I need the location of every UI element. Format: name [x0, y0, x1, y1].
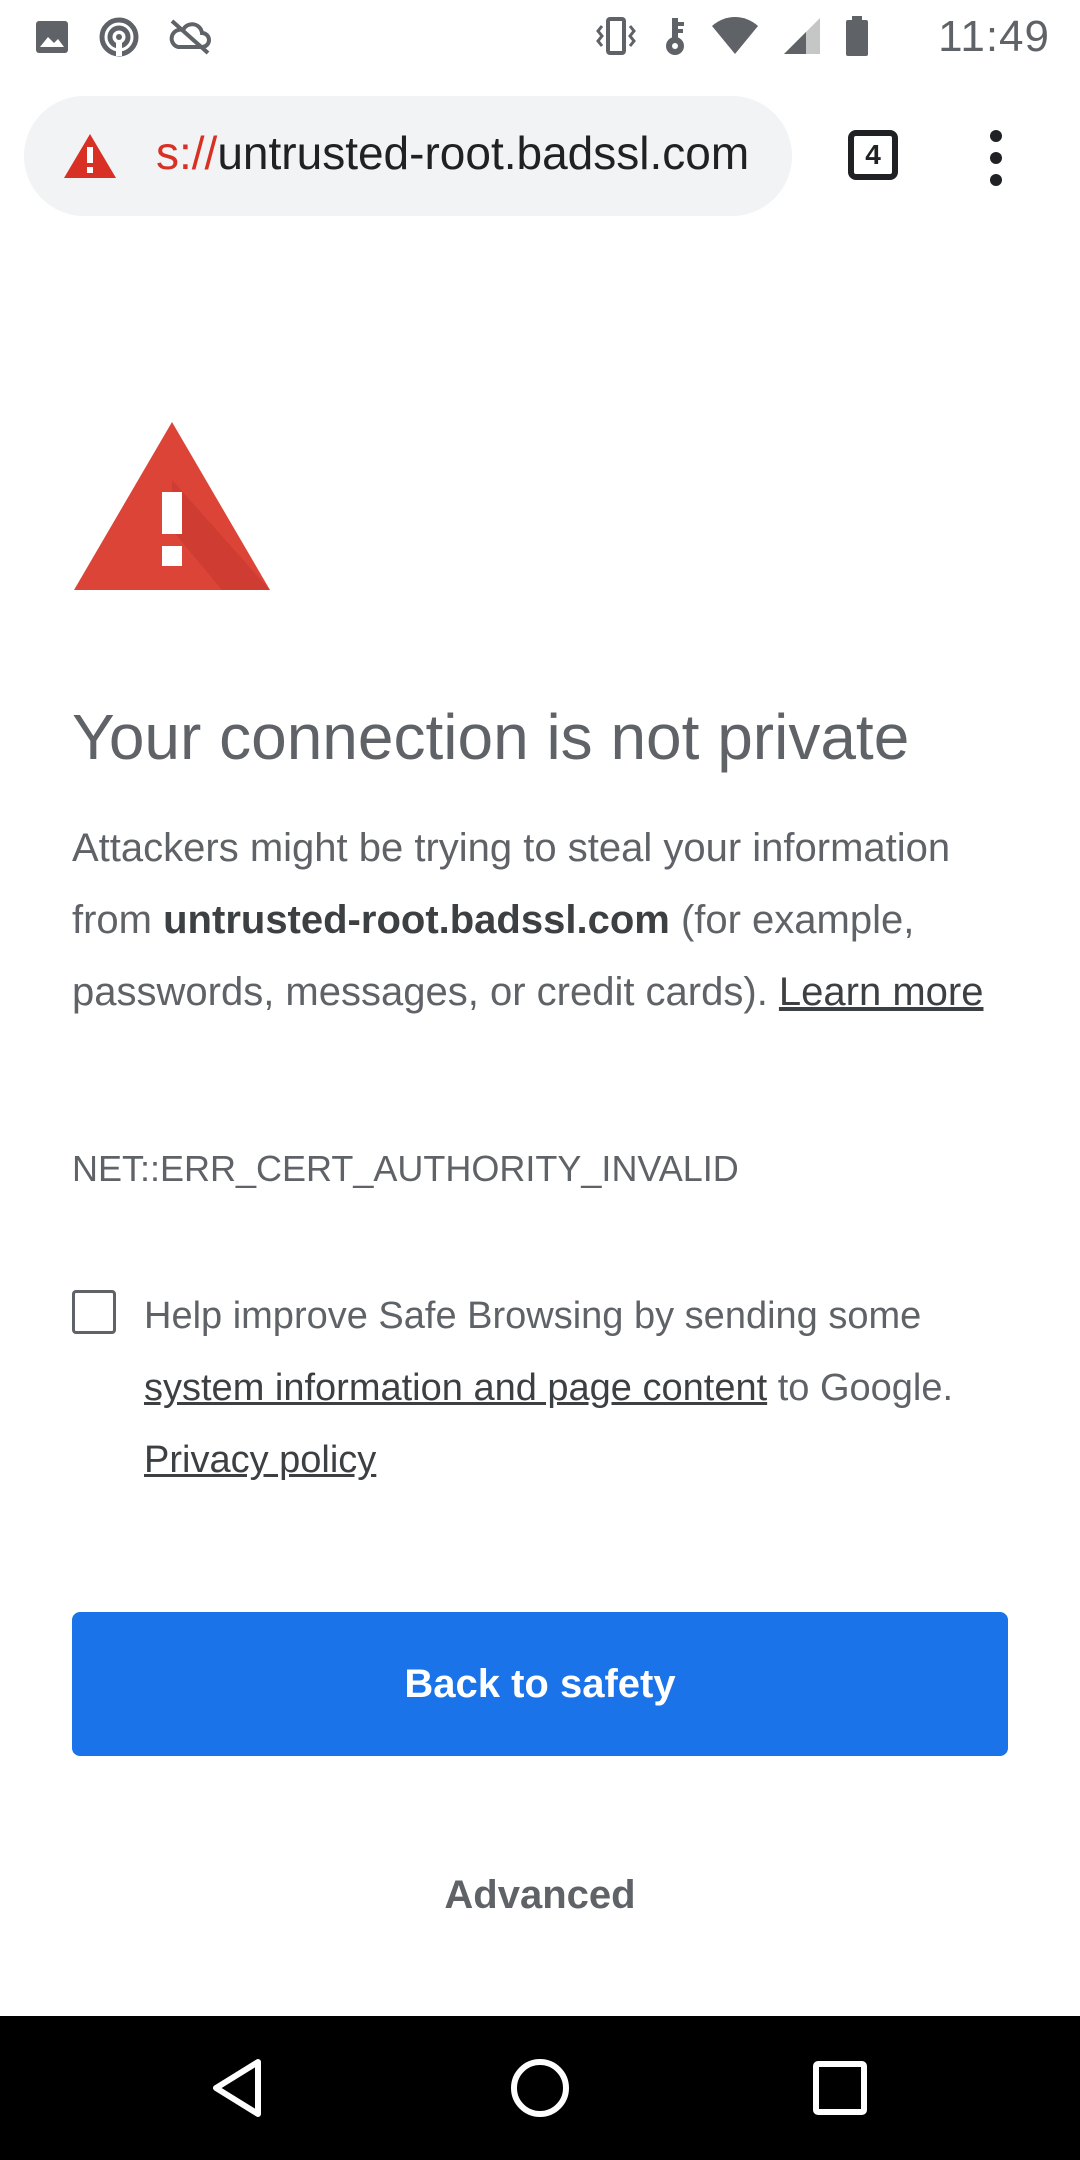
url-scheme: s://: [156, 127, 218, 179]
optin-text: Help improve Safe Browsing by sending so…: [144, 1280, 1012, 1496]
home-icon[interactable]: [508, 2056, 572, 2120]
error-code[interactable]: NET::ERR_CERT_AUTHORITY_INVALID: [72, 1148, 739, 1190]
optin-part1: Help improve Safe Browsing by sending so…: [144, 1295, 922, 1337]
page-title: Your connection is not private: [72, 701, 910, 773]
explanation-text: Attackers might be trying to steal your …: [72, 812, 1012, 1028]
status-bar: 11:49: [0, 0, 1080, 72]
url-host: untrusted-root.badssl.com: [217, 127, 750, 179]
system-info-link[interactable]: system information and page content: [144, 1367, 767, 1409]
vibrate-icon: [592, 16, 640, 56]
navigation-bar: [0, 2016, 1080, 2160]
back-to-safety-button[interactable]: Back to safety: [72, 1612, 1008, 1756]
safe-browsing-checkbox[interactable]: [72, 1290, 116, 1334]
tab-count: 4: [865, 139, 881, 170]
back-icon[interactable]: [208, 2056, 272, 2120]
cellular-icon: [782, 16, 822, 56]
explanation-host: untrusted-root.badssl.com: [163, 898, 670, 942]
battery-icon: [844, 14, 870, 58]
hotspot-icon: [98, 16, 140, 58]
wifi-icon: [710, 16, 760, 56]
optin-part2: to Google.: [767, 1367, 954, 1409]
privacy-policy-link[interactable]: Privacy policy: [144, 1439, 376, 1481]
browser-toolbar: s://untrusted-root.badssl.com 4: [0, 72, 1080, 242]
learn-more-link[interactable]: Learn more: [779, 970, 984, 1014]
more-options-icon[interactable]: [972, 126, 1020, 190]
url-text[interactable]: s://untrusted-root.badssl.com: [156, 126, 749, 180]
omnibox[interactable]: s://untrusted-root.badssl.com: [24, 96, 792, 216]
warning-triangle-icon: [72, 420, 272, 597]
tab-switcher-button[interactable]: 4: [848, 130, 898, 180]
sync-off-icon: [168, 17, 212, 57]
image-icon: [34, 19, 70, 55]
advanced-button[interactable]: Advanced: [380, 1860, 700, 1930]
clock: 11:49: [938, 12, 1050, 61]
key-icon: [662, 14, 688, 58]
recents-icon[interactable]: [808, 2056, 872, 2120]
not-secure-warning-icon[interactable]: [62, 132, 118, 185]
